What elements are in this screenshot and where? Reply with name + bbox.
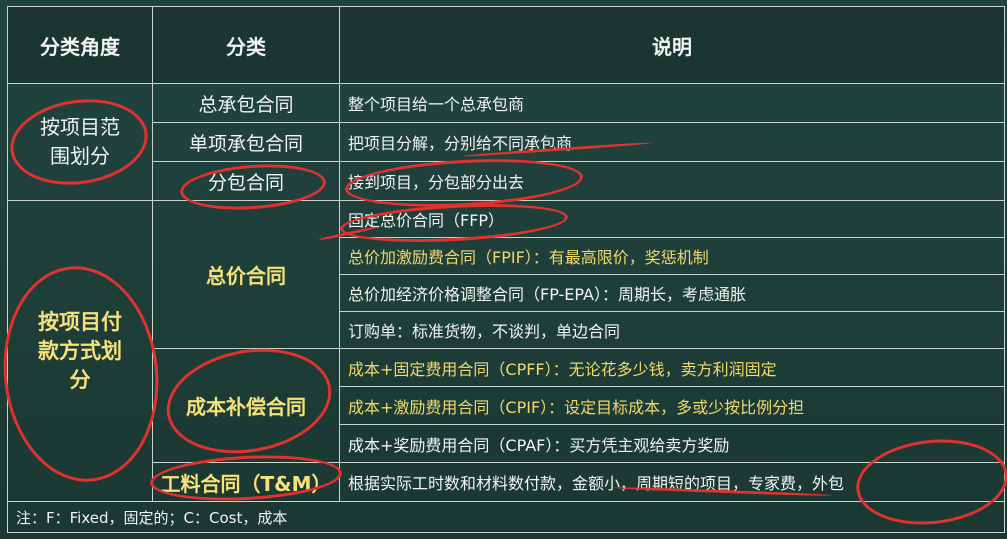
- angle-label-scope: 按项目范围划分: [40, 115, 120, 168]
- description-cell: 订购单：标准货物，不谈判，单边合同: [339, 311, 1005, 349]
- description-cell: 成本+激励费用合同（CPIF）：设定目标成本，多或少按比例分担: [339, 386, 1005, 425]
- angle-cell-scope: 按项目范围划分: [7, 83, 153, 201]
- table-row: 成本补偿合同 成本+固定费用合同（CPFF）：无论花多少钱，卖方利润固定: [8, 348, 1005, 463]
- table-row: 单项承包合同 把项目分解，分别给不同承包商: [8, 122, 1005, 162]
- description-cell: 总价加激励费合同（FPIF）：有最高限价，奖惩机制: [339, 237, 1005, 275]
- description-cell: 整个项目给一个总承包商: [339, 83, 1005, 123]
- description-cell: 固定总价合同（FFP）: [339, 200, 1005, 238]
- description-cell: 总价加经济价格调整合同（FP-EPA）：周期长，考虑通胀: [339, 274, 1005, 312]
- category-cell-cost-reimbursable: 成本补偿合同: [152, 348, 340, 463]
- header-description: 说明: [339, 6, 1005, 84]
- category-cell-fixed-price: 总价合同: [152, 200, 340, 349]
- description-cell: 把项目分解，分别给不同承包商: [339, 122, 1005, 162]
- description-cell: 根据实际工时数和材料数付款，金额小，周期短的项目，专家费，外包: [339, 462, 1005, 502]
- angle-label-payment: 按项目付款方式划分: [38, 309, 122, 392]
- table-header-row: 分类角度 分类 说明: [7, 6, 1005, 84]
- table-row: 工料合同（T&M） 根据实际工时数和材料数付款，金额小，周期短的项目，专家费，外…: [8, 462, 1005, 502]
- table-row: 分包合同 接到项目，分包部分出去: [8, 161, 1005, 201]
- description-cell: 接到项目，分包部分出去: [339, 161, 1005, 201]
- slide-background: 分类角度 分类 说明 按项目范围划分 总承包合同 整个项目给一个总承包商 单项承…: [0, 0, 1007, 539]
- category-cell: 单项承包合同: [152, 122, 340, 162]
- header-category: 分类: [152, 6, 340, 84]
- angle-cell-payment: 按项目付款方式划分: [7, 200, 153, 502]
- category-cell-time-material: 工料合同（T&M）: [152, 462, 340, 502]
- description-cell: 成本+固定费用合同（CPFF）：无论花多少钱，卖方利润固定: [339, 348, 1005, 387]
- category-cell: 分包合同: [152, 161, 340, 201]
- table-row: 按项目付款方式划分 总价合同 固定总价合同（FFP）: [7, 200, 1005, 502]
- footnote: 注：F：Fixed，固定的；C：Cost，成本: [7, 501, 1005, 533]
- note-row: 注：F：Fixed，固定的；C：Cost，成本: [7, 501, 1005, 533]
- description-cell: 成本+奖励费用合同（CPAF）：买方凭主观给卖方奖励: [339, 424, 1005, 463]
- table-row: 按项目范围划分 总承包合同 整个项目给一个总承包商: [7, 83, 1005, 201]
- header-angle: 分类角度: [7, 6, 153, 84]
- contract-classification-table: 分类角度 分类 说明 按项目范围划分 总承包合同 整个项目给一个总承包商 单项承…: [7, 6, 1005, 533]
- category-cell: 总承包合同: [152, 83, 340, 123]
